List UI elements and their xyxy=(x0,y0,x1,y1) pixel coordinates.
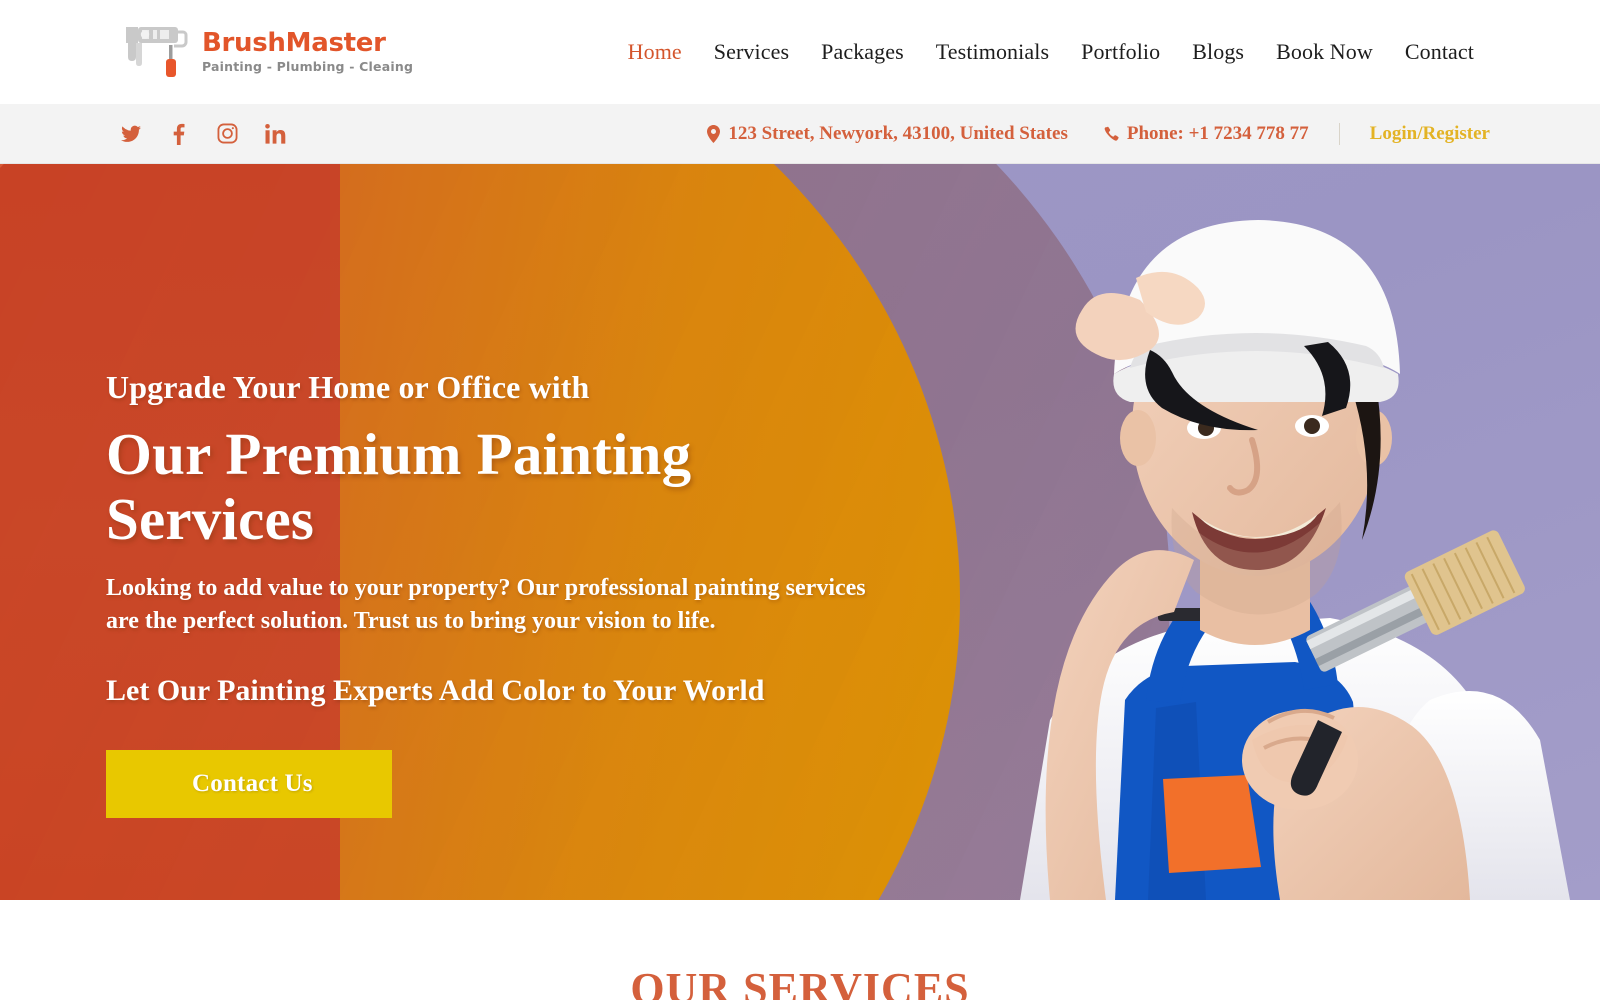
brand-logo[interactable]: BrushMaster Painting - Plumbing - Cleain… xyxy=(118,21,413,83)
nav-item-services[interactable]: Services xyxy=(698,33,805,71)
site-header: BrushMaster Painting - Plumbing - Cleain… xyxy=(0,0,1600,104)
hero-title: Our Premium Painting Services xyxy=(106,421,692,552)
divider xyxy=(1338,122,1340,145)
nav-item-contact[interactable]: Contact xyxy=(1389,33,1490,71)
address-text: 123 Street, Newyork, 43100, United State… xyxy=(728,122,1068,144)
hero-content: Upgrade Your Home or Office with Our Pre… xyxy=(0,164,900,818)
twitter-icon[interactable] xyxy=(120,123,142,145)
contact-info: 123 Street, Newyork, 43100, United State… xyxy=(707,122,1490,145)
login-register-link[interactable]: Login/Register xyxy=(1370,123,1490,145)
instagram-icon[interactable] xyxy=(216,123,238,145)
nav-item-blogs[interactable]: Blogs xyxy=(1176,33,1260,71)
nav-item-portfolio[interactable]: Portfolio xyxy=(1065,33,1176,71)
painter-photo xyxy=(900,164,1600,900)
hero-subheading: Let Our Painting Experts Add Color to Yo… xyxy=(106,674,765,707)
facebook-icon[interactable] xyxy=(168,123,190,145)
paint-roller-icon xyxy=(118,21,190,83)
social-links xyxy=(120,123,286,145)
location-pin-icon xyxy=(707,124,721,143)
services-section: OUR SERVICES xyxy=(0,900,1600,1000)
contact-us-button[interactable]: Contact Us xyxy=(106,750,392,818)
main-navigation: Home Services Packages Testimonials Port… xyxy=(612,33,1490,71)
nav-item-packages[interactable]: Packages xyxy=(805,33,920,71)
brand-name: BrushMaster xyxy=(202,28,386,59)
hero-section: Upgrade Your Home or Office with Our Pre… xyxy=(0,164,1600,900)
phone-text: Phone: +1 7234 778 77 xyxy=(1126,122,1309,144)
nav-item-home[interactable]: Home xyxy=(612,33,698,71)
nav-item-testimonials[interactable]: Testimonials xyxy=(920,33,1065,71)
nav-item-book-now[interactable]: Book Now xyxy=(1260,33,1389,71)
address-block: 123 Street, Newyork, 43100, United State… xyxy=(707,123,1068,145)
phone-block[interactable]: Phone: +1 7234 778 77 xyxy=(1104,123,1309,145)
services-heading: OUR SERVICES xyxy=(630,964,970,1000)
hero-description: Looking to add value to your property? O… xyxy=(106,574,866,634)
info-bar: 123 Street, Newyork, 43100, United State… xyxy=(0,104,1600,164)
linkedin-icon[interactable] xyxy=(264,123,286,145)
brand-tagline: Painting - Plumbing - Cleaing xyxy=(202,59,414,75)
hero-eyebrow: Upgrade Your Home or Office with xyxy=(106,369,590,405)
phone-icon xyxy=(1104,126,1119,142)
